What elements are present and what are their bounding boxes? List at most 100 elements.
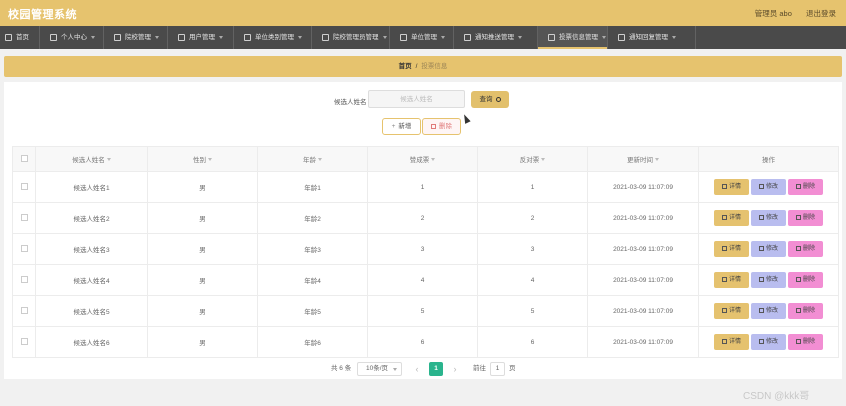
sort-icon[interactable] [431,158,436,163]
row-delete-button[interactable]: 删除 [788,241,823,257]
row-edit-label: 修改 [765,215,778,221]
add-button[interactable]: + 新增 [382,118,421,135]
nav-item[interactable]: 用户管理 [168,26,234,49]
chevron-down-icon [672,36,676,39]
column-header: 操作 [698,146,839,172]
search-icon [495,97,501,102]
nav-item[interactable]: 首页 [0,26,40,49]
chevron-down-icon [382,36,387,39]
table-row: 候选人姓名6 男年龄6 6 6 2021-03-09 11:07:09 详情 修改 删除 [12,326,839,358]
search-input[interactable] [368,90,465,108]
page-number-current[interactable]: 1 [429,362,443,376]
column-header[interactable]: 更新时间 [587,146,699,172]
prev-page-button[interactable]: ‹ [412,362,422,376]
column-header[interactable]: 候选人姓名 [35,146,148,172]
cell-name: 候选人姓名2 [35,202,148,234]
nav-item[interactable]: 通知推送管理 [454,26,538,49]
trash-icon [431,124,436,129]
row-edit-button[interactable]: 修改 [751,179,786,195]
cell-oppose: 6 [477,326,588,358]
edit-icon [758,246,764,251]
sort-icon[interactable] [655,158,659,163]
cell-age: 年龄2 [257,202,368,234]
page-size-select[interactable]: 10条/页 [357,362,402,376]
goto-page-input[interactable]: 1 [490,362,505,376]
nav-item[interactable]: 院校管理员管理 [312,26,390,49]
table-row: 候选人姓名5 男年龄5 5 5 2021-03-09 11:07:09 详情 修改 删除 [12,295,839,327]
row-edit-label: 修改 [765,246,778,252]
goto-label: 前往 [473,365,486,372]
detail-icon [721,339,727,344]
breadcrumb-separator: / [415,63,418,70]
cell-age: 年龄5 [257,295,368,327]
detail-icon [721,184,727,189]
next-page-button[interactable]: › [450,362,460,376]
trash-icon [795,308,801,313]
sort-icon[interactable] [106,158,111,163]
row-checkbox[interactable] [20,337,28,345]
trash-icon [795,339,801,344]
edit-icon [758,184,764,189]
nav-item[interactable]: 通知回复管理 [608,26,696,49]
row-edit-button[interactable]: 修改 [751,241,786,257]
row-edit-button[interactable]: 修改 [751,210,786,226]
row-detail-button[interactable]: 详情 [714,334,749,350]
row-checkbox[interactable] [20,275,28,283]
nav-item[interactable]: 单位类别管理 [234,26,312,49]
row-detail-button[interactable]: 详情 [714,272,749,288]
edit-icon [758,308,764,313]
row-checkbox[interactable] [20,244,28,252]
bulk-delete-button[interactable]: 删除 [422,118,461,135]
row-edit-button[interactable]: 修改 [751,272,786,288]
row-edit-label: 修改 [765,184,778,190]
cell-updated: 2021-03-09 11:07:09 [587,202,699,234]
column-header[interactable]: 赞成票 [367,146,478,172]
row-detail-label: 详情 [728,277,741,283]
breadcrumb-home[interactable]: 首页 [399,63,412,70]
row-actions-cell: 详情 修改 删除 [698,233,839,265]
row-detail-button[interactable]: 详情 [714,179,749,195]
logout-link[interactable]: 退出登录 [806,9,836,18]
column-header[interactable]: 年龄 [257,146,368,172]
column-header-label: 赞成票 [409,157,430,164]
cell-gender: 男 [147,295,258,327]
sort-icon[interactable] [318,158,322,163]
breadcrumb: 首页 / 投票信息 [4,56,842,77]
sort-icon[interactable] [208,158,212,163]
row-detail-button[interactable]: 详情 [714,241,749,257]
user-icon [50,34,57,41]
row-checkbox[interactable] [20,306,28,314]
nav-item[interactable]: 个人中心 [40,26,104,49]
nav-item-label: 投票信息管理 [559,34,598,41]
row-detail-button[interactable]: 详情 [714,303,749,319]
detail-icon [721,277,727,282]
row-delete-button[interactable]: 删除 [788,303,823,319]
chevron-down-icon [518,36,522,39]
column-header[interactable]: 反对票 [477,146,588,172]
row-delete-button[interactable]: 删除 [788,334,823,350]
column-header-label: 反对票 [519,157,540,164]
row-edit-button[interactable]: 修改 [751,303,786,319]
cell-oppose: 4 [477,264,588,296]
row-delete-button[interactable]: 删除 [788,210,823,226]
chevron-down-icon [441,36,445,39]
nav-item[interactable]: 单位管理 [390,26,454,49]
row-checkbox[interactable] [20,182,28,190]
search-button[interactable]: 查询 [471,91,509,108]
sort-icon[interactable] [541,158,546,163]
nav-item[interactable]: 院校管理 [104,26,168,49]
nav-item[interactable]: 投票信息管理 [538,26,608,49]
row-actions-cell: 详情 修改 删除 [698,295,839,327]
row-detail-button[interactable]: 详情 [714,210,749,226]
top-right-menu: 管理员 abo 退出登录 [743,8,836,19]
row-checkbox[interactable] [20,213,28,221]
home-icon [5,34,12,41]
row-edit-button[interactable]: 修改 [751,334,786,350]
select-all-checkbox[interactable] [20,154,28,162]
row-delete-button[interactable]: 删除 [788,179,823,195]
cell-name: 候选人姓名1 [35,171,148,203]
row-delete-button[interactable]: 删除 [788,272,823,288]
bell-icon [464,34,471,41]
column-header[interactable]: 性别 [147,146,258,172]
row-edit-label: 修改 [765,277,778,283]
